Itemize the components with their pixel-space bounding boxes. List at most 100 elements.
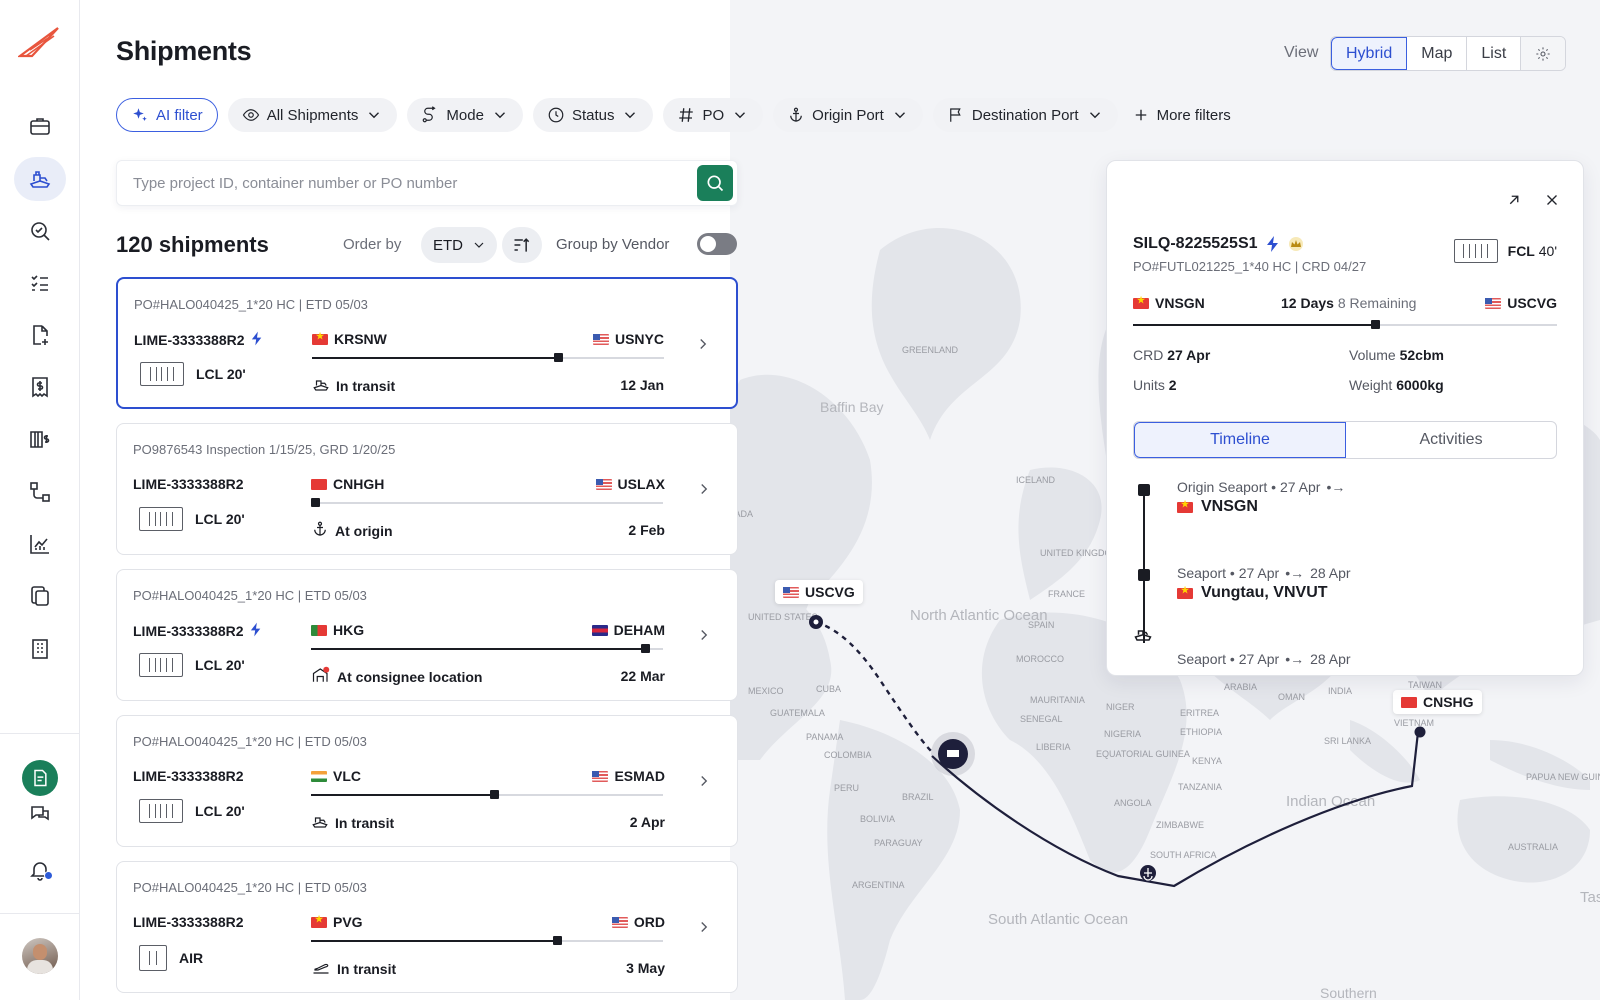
sidebar-item-tasks[interactable]	[14, 261, 66, 305]
more-filters-button[interactable]: More filters	[1128, 98, 1235, 132]
shipment-card[interactable]: PO9876543 Inspection 1/15/25, GRD 1/20/2…	[116, 423, 738, 555]
sidebar-item-notifications[interactable]	[14, 848, 66, 892]
all-shipments-filter[interactable]: All Shipments	[227, 98, 398, 132]
map-label-australia: AUSTRALIA	[1508, 842, 1558, 852]
shipment-meta: PO#HALO040425_1*20 HC | ETD 05/03	[133, 880, 367, 895]
shipment-id: LIME-3333388R2	[133, 476, 244, 492]
user-avatar[interactable]	[22, 938, 58, 974]
group-by-vendor-label: Group by Vendor	[556, 236, 670, 253]
origin-port: CNHGH	[311, 476, 384, 492]
sort-icon	[514, 238, 530, 252]
doc-edit-icon	[34, 769, 47, 787]
map-label-panama: PANAMA	[806, 732, 843, 742]
sidebar-item-new-document[interactable]	[14, 313, 66, 357]
arrow-right-icon: •→	[1285, 651, 1305, 667]
tab-activities[interactable]: Activities	[1346, 422, 1556, 458]
bolt-icon	[1266, 236, 1278, 252]
detail-units: Units 2	[1133, 377, 1177, 393]
destination-port: USLAX	[595, 476, 665, 492]
chevron-down-icon	[369, 112, 380, 119]
mode-filter[interactable]: Mode	[407, 98, 523, 132]
sidebar-item-quick-doc[interactable]	[22, 760, 58, 796]
detail-container: FCL 40'	[1453, 239, 1557, 263]
shipment-card[interactable]: PO#HALO040425_1*20 HC | ETD 05/03 LIME-3…	[116, 277, 738, 409]
sidebar-item-flows[interactable]	[14, 470, 66, 514]
chevron-down-icon	[474, 242, 484, 248]
search-button[interactable]	[697, 165, 733, 201]
us-flag-icon	[592, 333, 609, 345]
shipment-card[interactable]: PO#HALO040425_1*20 HC | ETD 05/03 LIME-3…	[116, 861, 738, 993]
origin-port-filter[interactable]: Origin Port	[773, 98, 923, 132]
view-hybrid-button[interactable]: Hybrid	[1331, 37, 1408, 70]
warehouse-icon	[311, 666, 331, 687]
map-label-png: PAPUA NEW GUINEA	[1526, 772, 1600, 782]
sidebar-item-shipments[interactable]	[14, 157, 66, 201]
close-icon[interactable]	[1543, 191, 1561, 209]
sort-direction-button[interactable]	[502, 227, 542, 263]
detail-shipment-id: SILQ-8225525S1	[1133, 235, 1304, 253]
us-flag-icon	[783, 586, 799, 598]
sidebar-item-documents[interactable]	[14, 574, 66, 618]
chevron-right-icon[interactable]	[695, 772, 713, 795]
sidebar-item-inspections[interactable]	[14, 209, 66, 253]
map-label-south-atlantic: South Atlantic Ocean	[988, 911, 1128, 928]
view-list-button[interactable]: List	[1467, 37, 1522, 70]
shipment-card[interactable]: PO#HALO040425_1*20 HC | ETD 05/03 LIME-3…	[116, 569, 738, 701]
sidebar-item-invoices[interactable]	[14, 365, 66, 409]
vn-flag-icon	[312, 331, 328, 345]
map-label-zimbabwe: ZIMBABWE	[1156, 820, 1204, 830]
sidebar-item-costs[interactable]	[14, 417, 66, 461]
de-flag-icon	[591, 624, 608, 636]
sidebar-item-projects[interactable]	[14, 104, 66, 148]
sidebar-item-analytics[interactable]	[14, 522, 66, 566]
shipment-meta: PO9876543 Inspection 1/15/25, GRD 1/20/2…	[133, 442, 396, 457]
app-logo[interactable]	[16, 26, 62, 65]
invoice-icon	[32, 377, 48, 398]
shipment-meta: PO#HALO040425_1*20 HC | ETD 05/03	[133, 734, 367, 749]
destination-port-filter[interactable]: Destination Port	[932, 98, 1118, 132]
view-map-button[interactable]: Map	[1407, 37, 1468, 70]
timeline-node	[1138, 484, 1150, 496]
map-label-bolivia: BOLIVIA	[860, 814, 895, 824]
container-icon	[1453, 239, 1498, 263]
expand-icon[interactable]	[1505, 191, 1523, 209]
shipment-card[interactable]: PO#HALO040425_1*20 HC | ETD 05/03 LIME-3…	[116, 715, 738, 847]
map-label-peru: PERU	[834, 783, 859, 793]
route-icon	[423, 106, 436, 123]
container-info: LCL 20'	[139, 799, 245, 823]
chevron-down-icon	[894, 112, 905, 119]
order-by-select[interactable]: ETD	[421, 227, 497, 263]
po-filter[interactable]: PO	[663, 98, 764, 132]
origin-port: KRSNW	[312, 331, 387, 347]
detail-sub: PO#FUTL021225_1*40 HC | CRD 04/27	[1133, 259, 1367, 274]
sidebar-item-vendors[interactable]	[14, 627, 66, 671]
detail-progress-track	[1133, 320, 1557, 329]
map-label-mexico: MEXICO	[748, 686, 784, 696]
origin-port: VLC	[311, 768, 361, 784]
search-input[interactable]	[133, 161, 673, 205]
cn-flag-icon	[1401, 696, 1417, 708]
map-label-sri-lanka: SRI LANKA	[1324, 736, 1371, 746]
chevron-right-icon[interactable]	[694, 335, 712, 358]
shipment-detail-panel: SILQ-8225525S1 PO#FUTL021225_1*40 HC | C…	[1106, 160, 1584, 676]
us-flag-icon	[592, 770, 609, 782]
ai-filter-button[interactable]: AI filter	[116, 98, 218, 132]
group-by-vendor-toggle[interactable]	[697, 233, 737, 255]
notification-badge	[44, 871, 53, 880]
map-label-arabia: ARABIA	[1224, 682, 1257, 692]
map-pin-label-cnshg[interactable]: CNSHG	[1393, 690, 1482, 714]
map-label-france: FRANCE	[1048, 589, 1085, 599]
container-info: LCL 20'	[139, 507, 245, 531]
chevron-down-icon	[494, 112, 505, 119]
chevron-right-icon[interactable]	[695, 918, 713, 941]
status-filter[interactable]: Status	[532, 98, 654, 132]
chevron-right-icon[interactable]	[695, 626, 713, 649]
tab-timeline[interactable]: Timeline	[1134, 422, 1346, 458]
chevron-right-icon[interactable]	[695, 480, 713, 503]
cost-table-icon	[30, 431, 50, 448]
map-label-guatemala: GUATEMALA	[770, 708, 825, 718]
map-pin-cnshg[interactable]	[1414, 726, 1426, 738]
sidebar-item-messages[interactable]	[14, 792, 66, 836]
view-settings-button[interactable]	[1521, 37, 1566, 70]
map-pin-label-uscvg[interactable]: USCVG	[775, 580, 863, 604]
